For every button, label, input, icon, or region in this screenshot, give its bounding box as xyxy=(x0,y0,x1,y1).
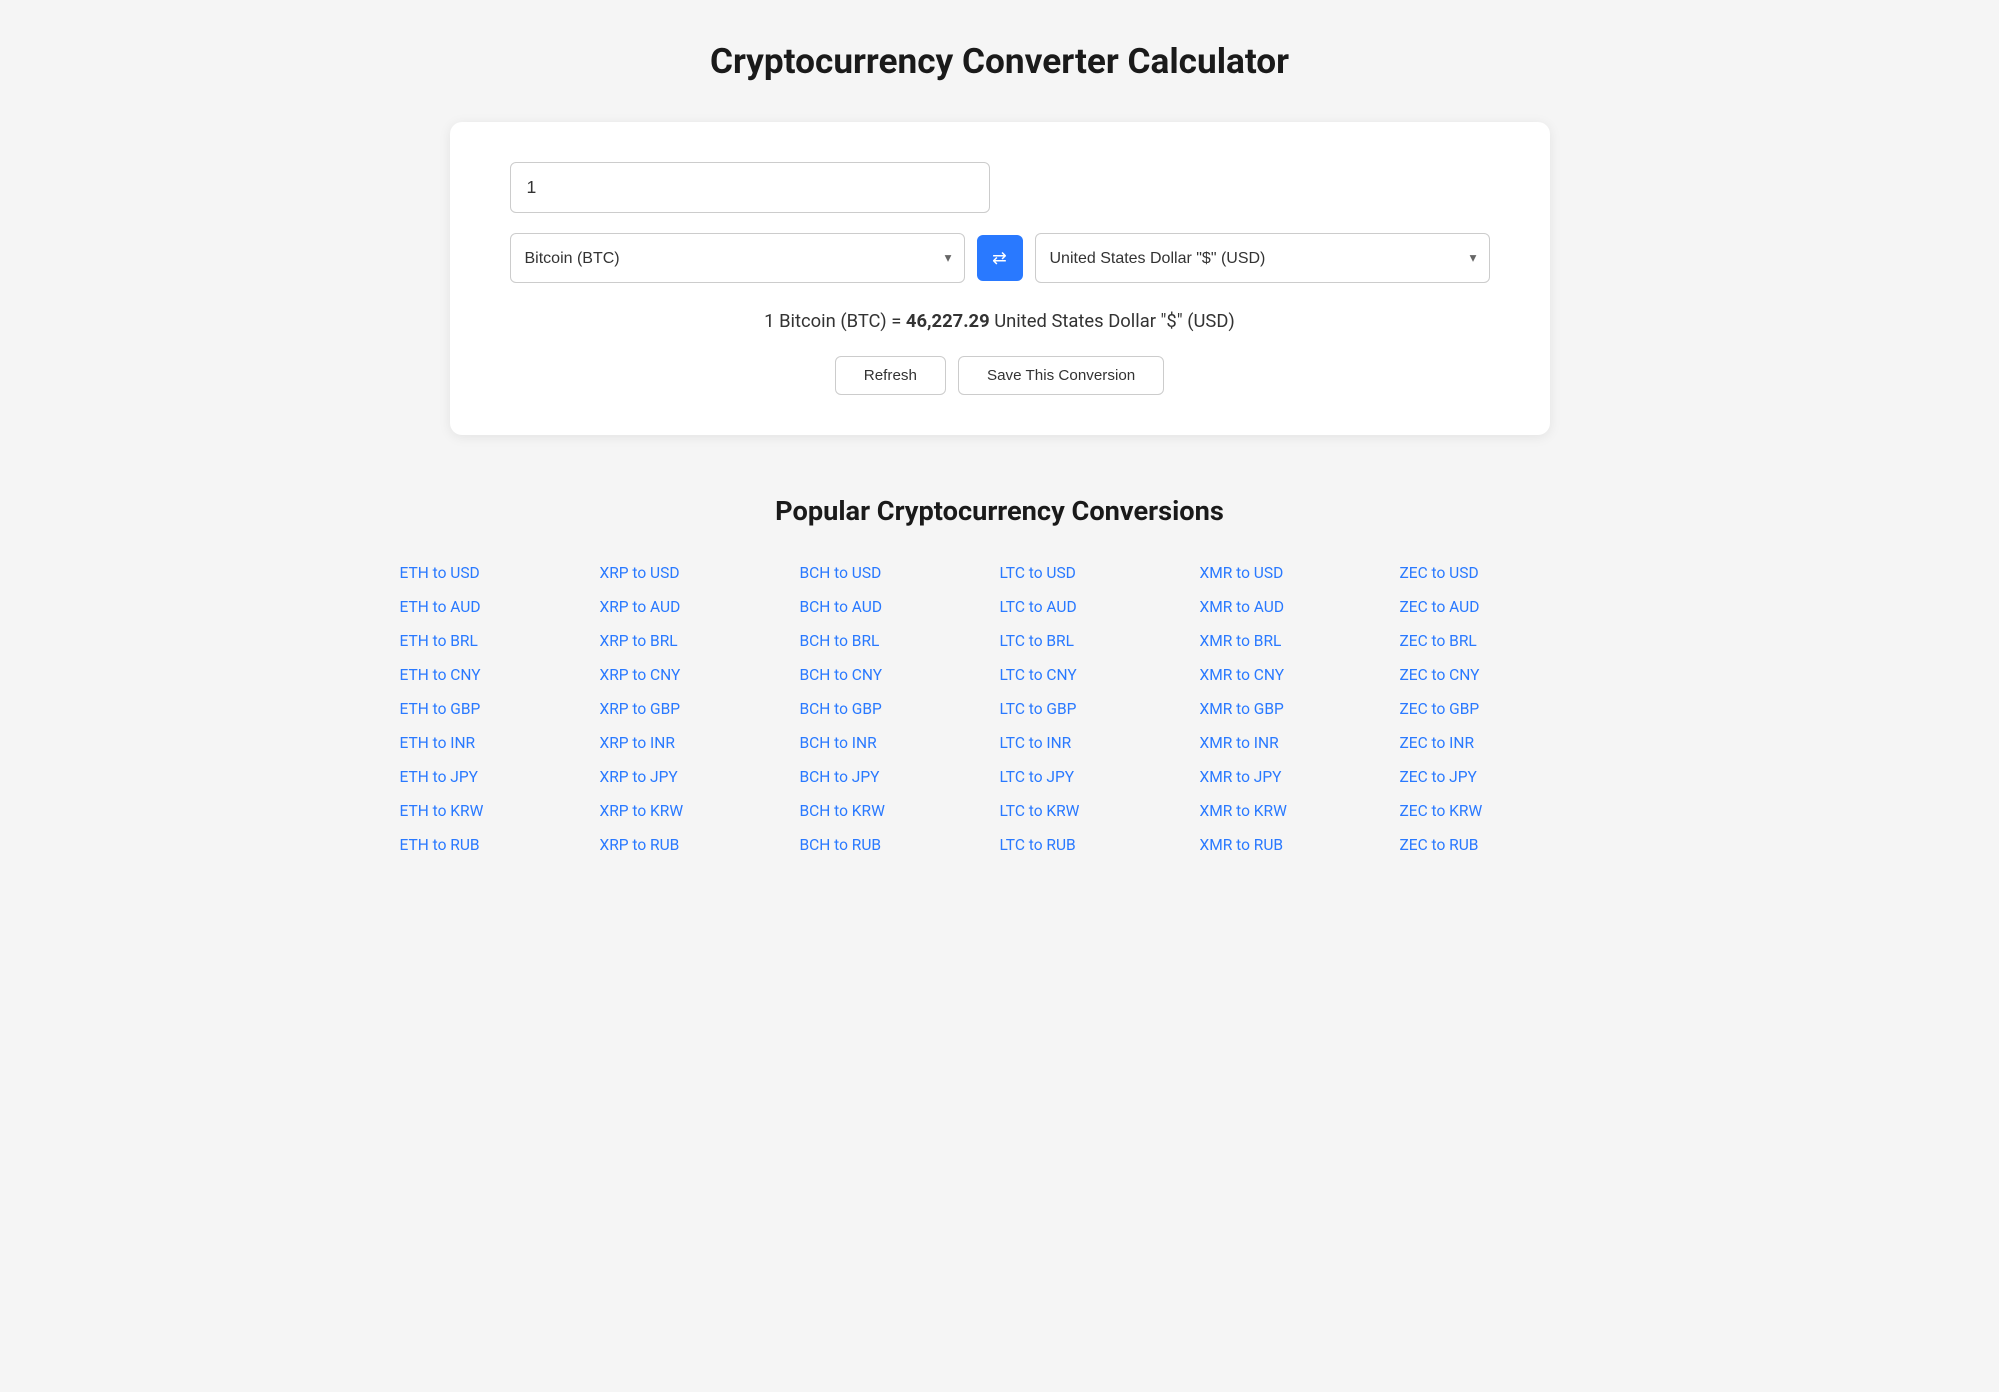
conversion-link[interactable]: XMR to INR xyxy=(1200,729,1400,757)
conversion-link[interactable]: ZEC to USD xyxy=(1400,559,1600,587)
conversion-link[interactable]: ZEC to GBP xyxy=(1400,695,1600,723)
conversion-link[interactable]: XMR to KRW xyxy=(1200,797,1400,825)
result-row: 1 Bitcoin (BTC) = 46,227.29 United State… xyxy=(510,311,1490,332)
to-currency-wrapper: United States Dollar "$" (USD) ▾ xyxy=(1035,233,1490,283)
conversion-link[interactable]: BCH to KRW xyxy=(800,797,1000,825)
converter-card: Bitcoin (BTC) ▾ ⇄ United States Dollar "… xyxy=(450,122,1550,435)
conversion-link[interactable]: XRP to AUD xyxy=(600,593,800,621)
conversion-link[interactable]: ETH to GBP xyxy=(400,695,600,723)
conversion-link[interactable]: ETH to JPY xyxy=(400,763,600,791)
page-title: Cryptocurrency Converter Calculator xyxy=(60,40,1939,82)
result-text: 1 Bitcoin (BTC) xyxy=(764,311,887,332)
conversion-link[interactable]: LTC to GBP xyxy=(1000,695,1200,723)
save-conversion-button[interactable]: Save This Conversion xyxy=(958,356,1164,395)
conversion-link[interactable]: XMR to AUD xyxy=(1200,593,1400,621)
conversion-link[interactable]: ETH to AUD xyxy=(400,593,600,621)
conversion-link[interactable]: XMR to USD xyxy=(1200,559,1400,587)
conversion-link[interactable]: BCH to AUD xyxy=(800,593,1000,621)
conversion-link[interactable]: BCH to GBP xyxy=(800,695,1000,723)
currency-row: Bitcoin (BTC) ▾ ⇄ United States Dollar "… xyxy=(510,233,1490,283)
result-value: 46,227.29 xyxy=(906,311,990,332)
conversion-link[interactable]: XMR to RUB xyxy=(1200,831,1400,859)
conversion-link[interactable]: LTC to BRL xyxy=(1000,627,1200,655)
conversion-link[interactable]: LTC to USD xyxy=(1000,559,1200,587)
conversion-link[interactable]: XMR to GBP xyxy=(1200,695,1400,723)
conversion-link[interactable]: LTC to AUD xyxy=(1000,593,1200,621)
conversion-link[interactable]: BCH to INR xyxy=(800,729,1000,757)
swap-icon: ⇄ xyxy=(992,248,1007,269)
conversion-link[interactable]: LTC to JPY xyxy=(1000,763,1200,791)
conversion-link[interactable]: ZEC to CNY xyxy=(1400,661,1600,689)
conversion-link[interactable]: ETH to RUB xyxy=(400,831,600,859)
conversion-link[interactable]: ZEC to AUD xyxy=(1400,593,1600,621)
conversion-link[interactable]: XRP to RUB xyxy=(600,831,800,859)
conversion-link[interactable]: XRP to INR xyxy=(600,729,800,757)
action-buttons: Refresh Save This Conversion xyxy=(510,356,1490,395)
conversion-link[interactable]: XRP to GBP xyxy=(600,695,800,723)
conversion-link[interactable]: ETH to CNY xyxy=(400,661,600,689)
conversion-link[interactable]: XRP to KRW xyxy=(600,797,800,825)
conversion-link[interactable]: ZEC to JPY xyxy=(1400,763,1600,791)
conversion-link[interactable]: XMR to BRL xyxy=(1200,627,1400,655)
conversion-link[interactable]: LTC to RUB xyxy=(1000,831,1200,859)
conversion-link[interactable]: LTC to KRW xyxy=(1000,797,1200,825)
to-currency-select[interactable]: United States Dollar "$" (USD) xyxy=(1050,250,1475,267)
from-currency-wrapper: Bitcoin (BTC) ▾ xyxy=(510,233,965,283)
popular-section: Popular Cryptocurrency Conversions ETH t… xyxy=(400,495,1600,859)
conversion-link[interactable]: XMR to JPY xyxy=(1200,763,1400,791)
conversion-link[interactable]: ETH to BRL xyxy=(400,627,600,655)
conversion-link[interactable]: ETH to KRW xyxy=(400,797,600,825)
conversion-link[interactable]: BCH to BRL xyxy=(800,627,1000,655)
conversion-link[interactable]: BCH to USD xyxy=(800,559,1000,587)
conversion-link[interactable]: ZEC to RUB xyxy=(1400,831,1600,859)
conversion-link[interactable]: ETH to INR xyxy=(400,729,600,757)
conversion-link[interactable]: XRP to CNY xyxy=(600,661,800,689)
conversion-link[interactable]: ZEC to INR xyxy=(1400,729,1600,757)
swap-button[interactable]: ⇄ xyxy=(977,235,1023,281)
refresh-button[interactable]: Refresh xyxy=(835,356,946,395)
amount-input[interactable] xyxy=(510,162,990,213)
conversion-link[interactable]: LTC to INR xyxy=(1000,729,1200,757)
conversion-link[interactable]: ZEC to BRL xyxy=(1400,627,1600,655)
conversion-link[interactable]: XRP to BRL xyxy=(600,627,800,655)
popular-title: Popular Cryptocurrency Conversions xyxy=(400,495,1600,527)
conversion-link[interactable]: BCH to RUB xyxy=(800,831,1000,859)
from-currency-select[interactable]: Bitcoin (BTC) xyxy=(525,250,950,267)
conversions-grid: ETH to USDXRP to USDBCH to USDLTC to USD… xyxy=(400,559,1600,859)
conversion-link[interactable]: XMR to CNY xyxy=(1200,661,1400,689)
result-equals: = xyxy=(891,311,906,332)
conversion-link[interactable]: LTC to CNY xyxy=(1000,661,1200,689)
conversion-link[interactable]: XRP to USD xyxy=(600,559,800,587)
conversion-link[interactable]: ETH to USD xyxy=(400,559,600,587)
conversion-link[interactable]: BCH to CNY xyxy=(800,661,1000,689)
conversion-link[interactable]: BCH to JPY xyxy=(800,763,1000,791)
conversion-link[interactable]: ZEC to KRW xyxy=(1400,797,1600,825)
conversion-link[interactable]: XRP to JPY xyxy=(600,763,800,791)
result-unit: United States Dollar "$" (USD) xyxy=(994,311,1235,332)
